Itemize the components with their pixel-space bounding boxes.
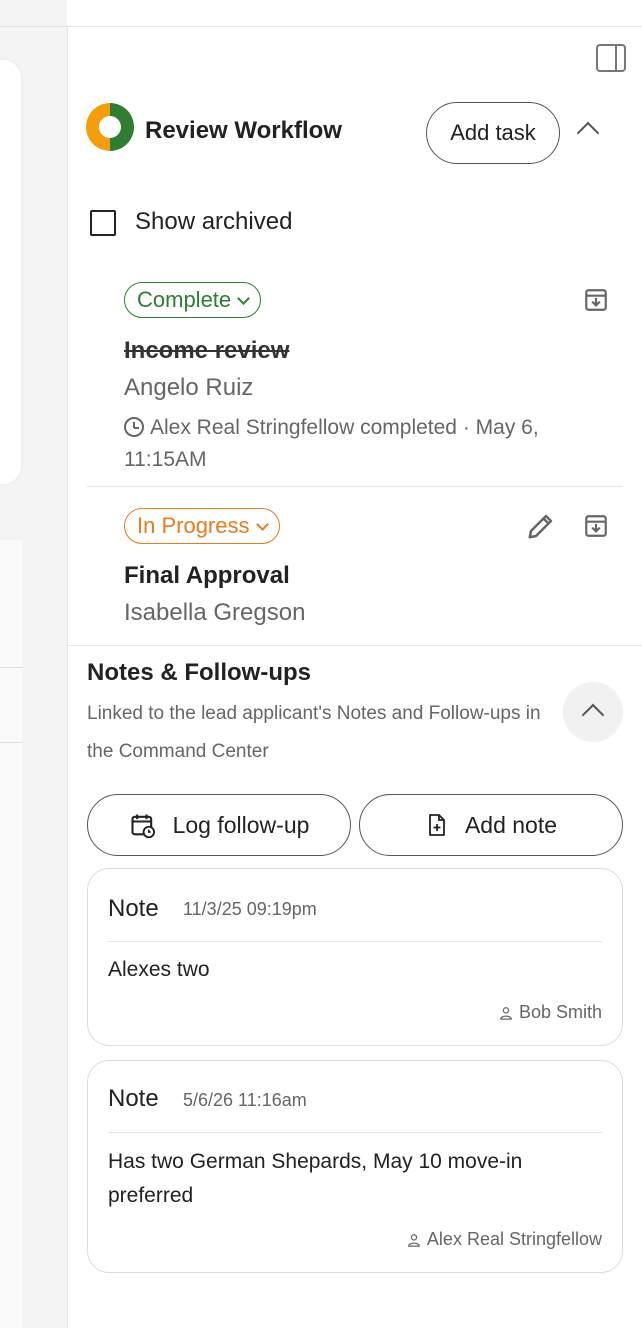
show-archived-checkbox[interactable] [90,210,116,236]
log-followup-label: Log follow-up [172,811,310,838]
note-type: Note [108,1085,159,1112]
clock-icon [124,417,144,437]
side-panel: Review Workflow Add task Show archived C… [67,27,642,1328]
add-note-button[interactable]: Add note [359,794,623,856]
note-card[interactable]: Note 11/3/25 09:19pm Alexes two Bob Smit… [87,868,623,1046]
notes-description: Linked to the lead applicant's Notes and… [87,703,541,762]
person-icon [500,1006,512,1020]
note-author-name: Bob Smith [518,1002,602,1022]
sidebar-panel-icon[interactable] [596,44,626,72]
chevron-up-icon [576,121,600,145]
task-completion-meta: Alex Real Stringfellow completed · May 6… [124,412,594,476]
background-strip [0,540,22,1328]
task-assignee: Angelo Ruiz [124,374,254,401]
background-divider [0,667,22,668]
archive-icon[interactable] [583,513,609,539]
note-author-name: Alex Real Stringfellow [426,1229,602,1249]
task-status-dropdown[interactable]: Complete [124,282,262,318]
status-label: In Progress [137,513,250,538]
note-body: Alexes two [108,958,210,981]
notes-section-title: Notes & Follow-ups [87,659,311,686]
background-page [0,0,67,1328]
add-task-button[interactable]: Add task [426,102,560,164]
completion-text: Alex Real Stringfellow completed · May 6… [124,416,539,471]
task-divider [87,486,623,487]
note-divider [108,941,602,942]
notes-collapse-button[interactable] [563,682,623,742]
status-label: Complete [137,287,232,312]
add-note-label: Add note [464,811,558,838]
task-status-dropdown[interactable]: In Progress [124,508,280,544]
note-author: Alex Real Stringfellow [407,1229,602,1250]
person-icon [408,1233,420,1247]
chevron-down-icon [237,291,251,305]
note-author: Bob Smith [499,1002,602,1023]
note-type: Note [108,895,159,922]
background-card [0,60,21,484]
note-body: Has two German Shepards, May 10 move-in … [108,1150,523,1207]
note-timestamp: 5/6/26 11:16am [183,1090,307,1110]
workflow-title: Review Workflow [145,117,342,144]
file-plus-icon [429,814,445,836]
background-divider [0,742,22,743]
note-card[interactable]: Note 5/6/26 11:16am Has two German Shepa… [87,1060,623,1273]
workflow-collapse-button[interactable] [576,121,600,145]
chevron-down-icon [255,517,269,531]
workflow-logo-icon [86,103,134,151]
archive-icon[interactable] [583,287,609,313]
task-title: Final Approval [124,562,290,589]
section-divider [68,645,642,646]
show-archived-label: Show archived [135,208,293,235]
task-title: Income review [124,337,290,364]
log-followup-button[interactable]: Log follow-up [87,794,351,856]
calendar-refresh-icon [131,814,155,839]
chevron-up-icon [581,703,605,727]
note-divider [108,1132,602,1133]
note-timestamp: 11/3/25 09:19pm [183,899,317,919]
task-assignee: Isabella Gregson [124,599,306,626]
pencil-icon[interactable] [526,511,556,541]
